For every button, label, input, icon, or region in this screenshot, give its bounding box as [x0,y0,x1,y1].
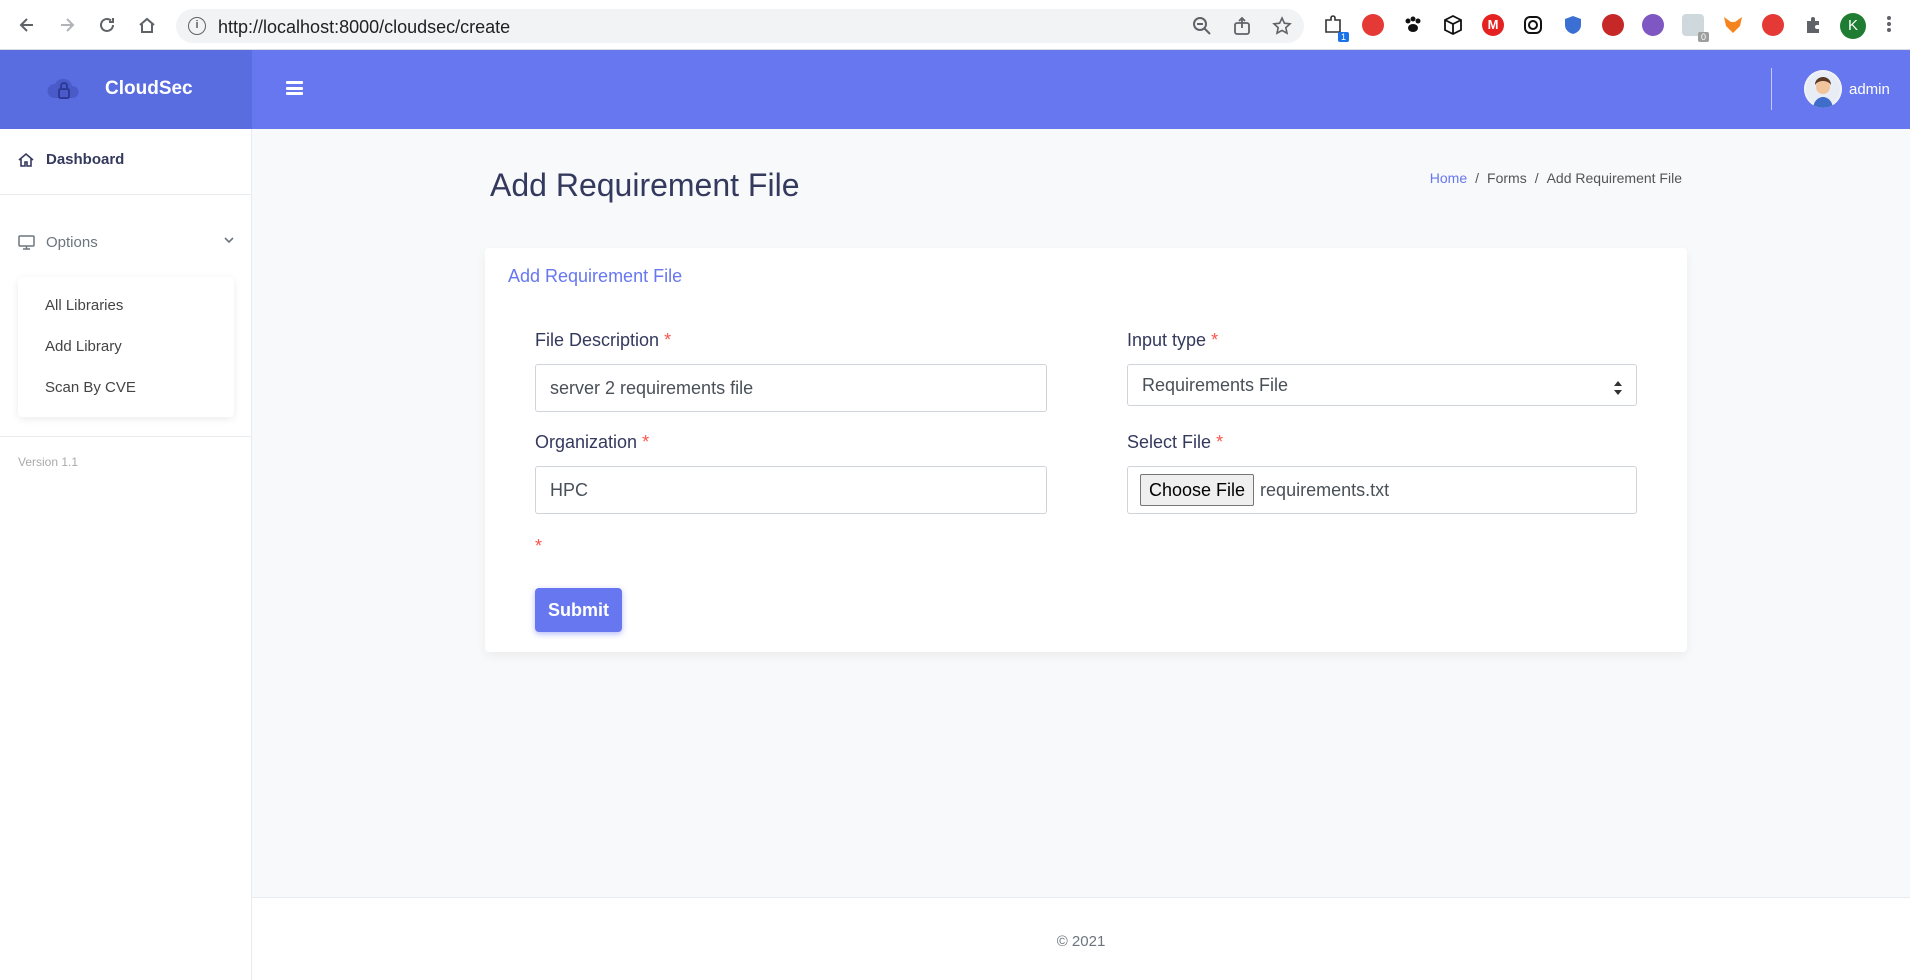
extensions-puzzle-icon[interactable] [1802,14,1824,36]
copyright-text: © 2021 [1056,933,1106,950]
select-file-label: Select File * [1127,432,1224,452]
page-title: Add Requirement File [490,167,800,203]
forward-icon[interactable] [54,12,80,38]
version-label: Version 1.1 [18,455,79,469]
organization-input[interactable]: HPC [535,466,1047,514]
back-icon[interactable] [14,12,40,38]
sidebar-divider [0,194,252,195]
input-type-label: Input type * [1127,330,1219,350]
breadcrumb-separator: / [1534,170,1539,186]
share-icon[interactable] [1232,16,1252,36]
sidebar-divider [0,436,252,437]
cloud-lock-icon [46,72,82,108]
url-text[interactable]: http://localhost:8000/cloudsec/create [218,17,510,38]
select-arrows-icon [1614,381,1622,395]
address-bar[interactable]: i http://localhost:8000/cloudsec/create [176,9,1304,43]
menu-toggle-icon[interactable] [286,81,303,95]
breadcrumb-separator: / [1475,170,1480,186]
home-icon[interactable] [134,12,160,38]
extension-ring-icon[interactable] [1522,14,1544,36]
sidebar-item-options[interactable]: Options [18,234,234,251]
submit-button[interactable]: Submit [535,588,622,632]
brand: CloudSec [0,50,252,129]
profile-avatar[interactable]: K [1840,13,1866,39]
extension-block-icon[interactable] [1602,14,1624,36]
chevron-down-icon [224,237,234,244]
zoom-icon[interactable] [1192,16,1212,36]
breadcrumb-current: Add Requirement File [1546,170,1682,186]
extension-cube-icon[interactable] [1442,14,1464,36]
extension-hand-icon[interactable] [1762,14,1784,36]
desktop-icon [18,235,35,250]
form-card: Add Requirement File File Description * … [485,248,1687,652]
card-title: Add Requirement File [508,266,683,286]
required-mark: * [535,536,543,556]
file-input[interactable]: Choose File requirements.txt [1127,466,1637,514]
extension-puzzle-badge-icon[interactable]: 1 [1322,14,1349,42]
browser-menu-icon[interactable] [1886,14,1892,34]
extension-doc-badge-icon[interactable]: 0 [1682,14,1709,42]
top-navbar: admin [252,50,1910,129]
sidebar-item-label: Dashboard [46,151,125,168]
navbar-divider [1771,68,1772,110]
submenu-item-all-libraries[interactable]: All Libraries [45,297,123,314]
options-submenu: All Libraries Add Library Scan By CVE [18,277,234,417]
brand-name[interactable]: CloudSec [105,78,193,100]
sidebar-item-label: Options [46,234,98,251]
choose-file-button[interactable]: Choose File [1140,474,1255,506]
breadcrumb-forms[interactable]: Forms [1487,170,1527,186]
extension-fox-icon[interactable] [1722,14,1744,36]
file-description-input[interactable]: server 2 requirements file [535,364,1047,412]
reload-icon[interactable] [94,12,120,38]
sidebar-item-dashboard[interactable]: Dashboard [18,151,124,168]
organization-label: Organization * [535,432,650,452]
selected-filename: requirements.txt [1260,479,1390,500]
user-name[interactable]: admin [1849,81,1890,98]
home-icon [18,152,34,167]
input-type-select[interactable]: Requirements File [1127,364,1637,406]
user-avatar[interactable] [1804,70,1842,108]
site-info-icon[interactable]: i [188,17,206,35]
breadcrumb: Home / Forms / Add Requirement File [1430,170,1682,186]
bookmark-star-icon[interactable] [1272,16,1292,36]
extension-m-icon[interactable]: M [1482,14,1504,36]
submenu-item-add-library[interactable]: Add Library [45,338,122,355]
footer: © 2021 [252,897,1910,980]
breadcrumb-home[interactable]: Home [1430,170,1467,186]
file-description-label: File Description * [535,330,672,350]
submenu-item-scan-by-cve[interactable]: Scan By CVE [45,379,136,396]
browser-toolbar: i http://localhost:8000/cloudsec/create … [0,0,1910,50]
sidebar: Dashboard Options All Libraries Add Libr… [0,129,252,980]
extension-paw-icon[interactable] [1402,14,1424,36]
extension-robot-icon[interactable] [1362,14,1384,36]
extension-globe-icon[interactable] [1642,14,1664,36]
extension-shield-icon[interactable] [1562,14,1584,36]
